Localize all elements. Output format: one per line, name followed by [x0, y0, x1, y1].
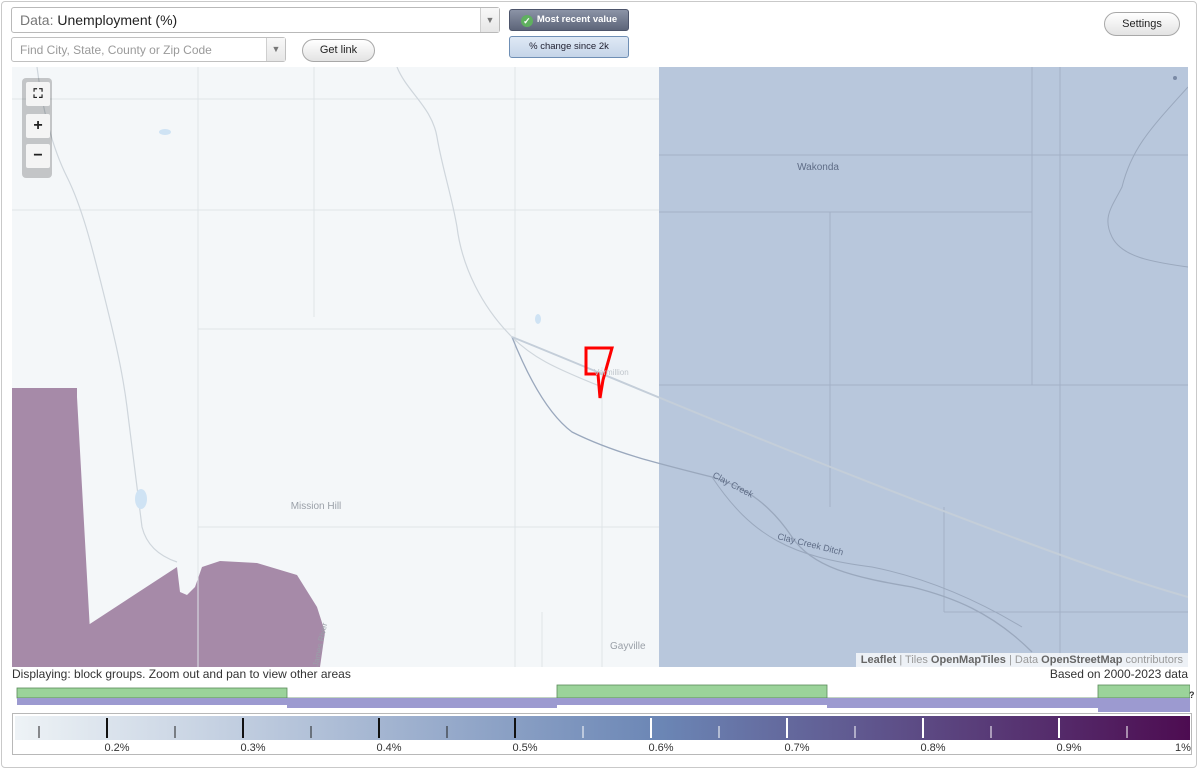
attribution-sep-1: | Tiles — [896, 654, 931, 666]
openmaptiles-link[interactable]: OpenMapTiles — [931, 654, 1006, 666]
location-search[interactable]: ▼ — [11, 37, 286, 62]
search-input[interactable] — [12, 38, 260, 61]
legend-tick-label: 0.4% — [376, 742, 401, 754]
openstreetmap-link[interactable]: OpenStreetMap — [1041, 654, 1122, 666]
timeline-band-5 — [1098, 698, 1190, 712]
data-selector-value: Unemployment (%) — [57, 12, 178, 28]
legend-tick-label: 0.6% — [648, 742, 673, 754]
color-legend: 0.2% 0.3% 0.4% 0.5% 0.6% 0.7% 0.8% 0.9% 1% — [12, 713, 1192, 755]
legend-tick-label: 0.2% — [104, 742, 129, 754]
place-label-mission-hill: Mission Hill — [291, 501, 342, 512]
displaying-note: Displaying: block groups. Zoom out and p… — [12, 667, 351, 681]
attribution-contributors: contributors — [1122, 654, 1183, 666]
place-label-gayville: Gayville — [610, 641, 646, 652]
data-timeline[interactable] — [12, 682, 1190, 712]
data-selector-prefix: Data: — [20, 12, 54, 28]
map-canvas[interactable]: Wakonda Mission Hill Gayville Clay Creek… — [12, 67, 1188, 667]
settings-button[interactable]: Settings — [1104, 12, 1180, 36]
dropdown-arrow-icon[interactable]: ▼ — [480, 8, 499, 32]
legend-tick-label: 0.7% — [784, 742, 809, 754]
map-view[interactable]: Wakonda Mission Hill Gayville Clay Creek… — [12, 67, 1188, 667]
most-recent-value-toggle[interactable]: ✓ Most recent value — [509, 9, 629, 31]
place-label-wakonda: Wakonda — [797, 162, 839, 173]
map-dot — [1173, 76, 1177, 80]
percent-change-toggle[interactable]: % change since 2k — [509, 36, 629, 58]
checkmark-icon: ✓ — [520, 15, 533, 27]
search-dropdown-arrow-icon[interactable]: ▼ — [266, 38, 285, 61]
legend-tick-label: 0.8% — [920, 742, 945, 754]
timeline-band-3 — [557, 698, 827, 705]
get-link-button[interactable]: Get link — [302, 39, 375, 62]
legend-gradient-bar — [15, 716, 1190, 740]
legend-tick-label: 0.5% — [512, 742, 537, 754]
zoom-in-icon[interactable]: + — [26, 114, 50, 138]
legend-tick-label: 0.3% — [240, 742, 265, 754]
pond-1 — [159, 129, 171, 135]
timeline-band-4 — [827, 698, 1098, 708]
zoom-control-bar: ⛶ + − — [22, 78, 52, 178]
timeline-segment-1[interactable] — [16, 687, 288, 699]
timeline-band-2 — [287, 698, 557, 708]
legend-scale: 0.2% 0.3% 0.4% 0.5% 0.6% 0.7% 0.8% 0.9% 1% — [15, 716, 1191, 754]
map-attribution: Leaflet | Tiles OpenMapTiles | Data Open… — [855, 653, 1188, 667]
leaflet-link[interactable]: Leaflet — [861, 654, 896, 666]
data-selector[interactable]: Data: Unemployment (%) ▼ — [11, 7, 500, 33]
legend-tick-label: 0.9% — [1056, 742, 1081, 754]
attribution-sep-2: | Data — [1005, 654, 1042, 666]
place-label-vermillion: Vermillion — [594, 368, 629, 377]
timeline-band-1 — [17, 698, 287, 705]
pond-2 — [135, 489, 147, 509]
based-on-note: Based on 2000-2023 data — [1049, 667, 1188, 681]
zoom-out-icon[interactable]: − — [26, 144, 50, 168]
timeline-segment-3[interactable] — [1097, 684, 1190, 699]
pond-3 — [535, 314, 541, 324]
legend-tick-label: 1% — [1175, 742, 1191, 754]
timeline-segment-2[interactable] — [556, 684, 828, 699]
help-icon[interactable]: ? — [1189, 690, 1195, 700]
most-recent-value-label: Most recent value — [536, 14, 618, 25]
blue-block-group-area[interactable] — [659, 67, 1188, 667]
fullscreen-icon[interactable]: ⛶ — [26, 82, 50, 106]
